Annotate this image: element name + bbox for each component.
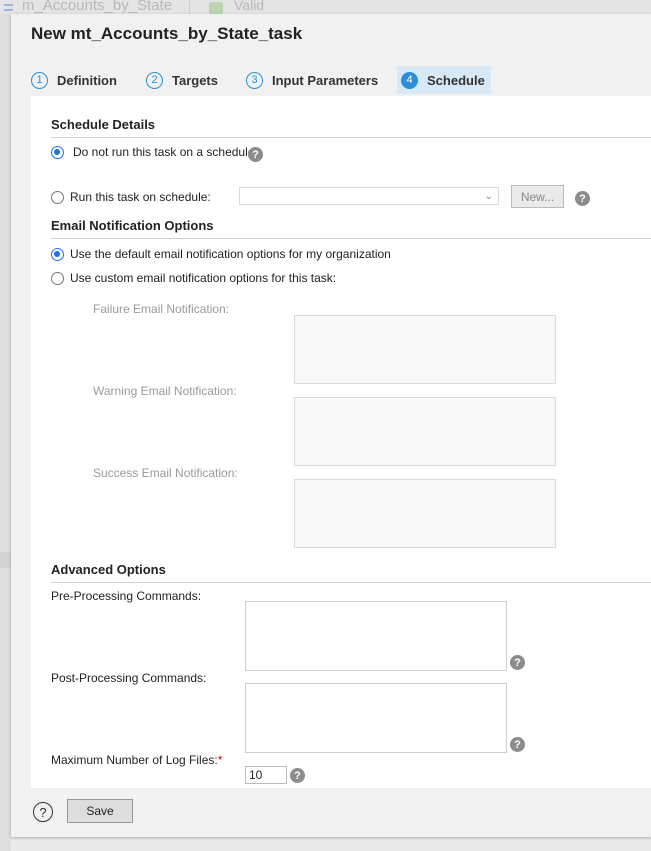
default-email-label: Use the default email notification optio…: [70, 247, 391, 261]
step-label: Input Parameters: [272, 72, 379, 88]
required-marker: *: [217, 753, 223, 767]
warning-email-field[interactable]: [294, 397, 556, 466]
run-schedule-option: Run this task on schedule:: [51, 190, 211, 204]
warning-email-label: Warning Email Notification:: [93, 384, 237, 398]
tab-schedule[interactable]: 4 Schedule: [397, 66, 491, 94]
step-label: Schedule: [427, 72, 485, 88]
failure-email-field[interactable]: [294, 315, 556, 384]
divider: [51, 238, 651, 239]
step-number: 2: [146, 71, 163, 89]
failure-email-label: Failure Email Notification:: [93, 302, 230, 316]
schedule-select[interactable]: ⌄: [239, 187, 499, 205]
help-icon[interactable]: ?: [248, 147, 263, 162]
schedule-details-heading: Schedule Details: [51, 117, 156, 132]
success-email-field[interactable]: [294, 479, 556, 548]
run-schedule-label: Run this task on schedule:: [70, 190, 211, 204]
help-icon[interactable]: ?: [510, 655, 525, 670]
help-icon[interactable]: ?: [575, 191, 590, 206]
success-email-label: Success Email Notification:: [93, 466, 238, 480]
tab-definition[interactable]: 1 Definition: [31, 66, 117, 94]
no-schedule-label: Do not run this task on a schedule: [73, 145, 255, 159]
step-number: 3: [246, 71, 263, 89]
default-email-option: Use the default email notification optio…: [51, 247, 391, 261]
max-log-files-input[interactable]: 10: [245, 766, 287, 784]
divider: [51, 137, 651, 138]
custom-email-label: Use custom email notification options fo…: [70, 271, 337, 285]
pre-processing-field[interactable]: [245, 601, 507, 671]
default-email-radio[interactable]: [51, 247, 64, 261]
max-log-files-text: Maximum Number of Log Files:: [51, 753, 218, 767]
step-number: 1: [31, 71, 48, 89]
valid-check-icon: [209, 2, 223, 14]
no-schedule-option: Do not run this task on a schedule: [51, 145, 254, 159]
chevron-down-icon: ⌄: [484, 191, 493, 202]
background-header: m_Accounts_by_State Valid: [0, 0, 651, 14]
tab-targets[interactable]: 2 Targets: [146, 66, 218, 94]
step-label: Targets: [172, 72, 218, 88]
help-icon[interactable]: ?: [290, 768, 305, 783]
no-schedule-radio[interactable]: [51, 145, 64, 159]
menu-icon: [4, 4, 13, 14]
background-status: Valid: [234, 0, 265, 13]
save-button[interactable]: Save: [67, 799, 133, 823]
pre-processing-label: Pre-Processing Commands:: [51, 589, 202, 603]
step-number: 4: [401, 71, 418, 89]
new-task-dialog: New mt_Accounts_by_State_task 1 Definiti…: [11, 14, 651, 837]
post-processing-label: Post-Processing Commands:: [51, 671, 207, 685]
help-button[interactable]: ?: [33, 802, 53, 822]
advanced-options-heading: Advanced Options: [51, 562, 166, 577]
custom-email-option: Use custom email notification options fo…: [51, 271, 336, 285]
custom-email-radio[interactable]: [51, 271, 64, 285]
step-label: Definition: [57, 72, 117, 88]
tab-input-parameters[interactable]: 3 Input Parameters: [246, 66, 378, 94]
new-schedule-button[interactable]: New...: [511, 185, 564, 208]
background-panel: [0, 14, 11, 851]
schedule-panel: Schedule Details Do not run this task on…: [31, 96, 651, 788]
divider: [189, 0, 190, 14]
post-processing-field[interactable]: [245, 683, 507, 753]
divider: [51, 582, 651, 583]
run-schedule-radio[interactable]: [51, 190, 64, 204]
dialog-title: New mt_Accounts_by_State_task: [31, 24, 303, 43]
help-icon[interactable]: ?: [510, 737, 525, 752]
max-log-files-label: Maximum Number of Log Files:*: [51, 753, 222, 767]
email-notification-heading: Email Notification Options: [51, 218, 214, 233]
background-mapping-title: m_Accounts_by_State: [22, 0, 173, 14]
background-row: [0, 552, 11, 568]
